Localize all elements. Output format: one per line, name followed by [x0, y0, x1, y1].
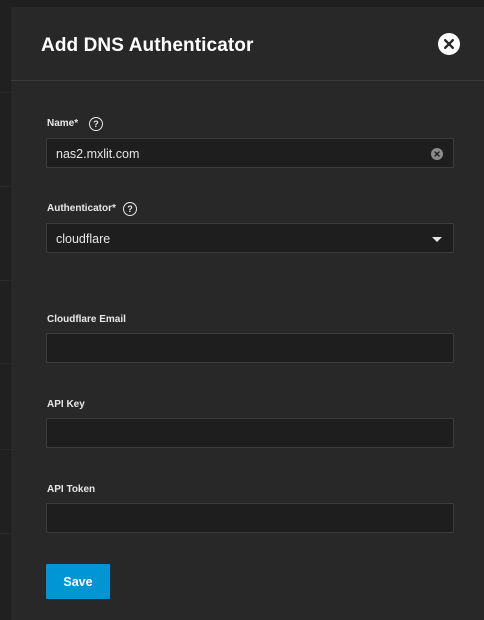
background-page-strip — [0, 0, 11, 620]
name-label-text: Name — [47, 118, 75, 129]
background-divider — [0, 92, 11, 93]
required-mark: * — [112, 203, 116, 214]
cloudflare-email-label: Cloudflare Email — [47, 314, 126, 325]
authenticator-select[interactable]: cloudflare — [46, 223, 454, 253]
authenticator-selected-value: cloudflare — [56, 232, 111, 246]
help-icon[interactable]: ? — [89, 117, 103, 131]
help-icon[interactable]: ? — [123, 202, 137, 216]
save-button[interactable]: Save — [46, 564, 110, 599]
background-divider — [0, 363, 11, 364]
api-key-field[interactable] — [46, 418, 454, 448]
dialog-top-edge — [11, 0, 484, 7]
dialog-title: Add DNS Authenticator — [41, 35, 254, 56]
api-token-label: API Token — [47, 484, 96, 495]
header-divider — [11, 80, 484, 81]
close-icon — [443, 38, 455, 50]
authenticator-label: Authenticator* — [47, 203, 116, 214]
dialog-header: Add DNS Authenticator — [11, 7, 484, 79]
background-divider — [0, 186, 11, 187]
authenticator-label-text: Authenticator — [47, 203, 112, 214]
background-divider — [0, 533, 11, 534]
api-token-field[interactable] — [46, 503, 454, 533]
name-field-value: nas2.mxlit.com — [56, 147, 140, 161]
cloudflare-email-field[interactable] — [46, 333, 454, 363]
chevron-down-icon[interactable] — [432, 237, 442, 242]
name-label: Name* — [47, 118, 78, 129]
background-divider — [0, 280, 11, 281]
name-field[interactable]: nas2.mxlit.com — [46, 138, 454, 168]
close-button[interactable] — [438, 33, 460, 55]
required-mark: * — [74, 118, 79, 129]
background-divider — [0, 449, 11, 450]
api-key-label: API Key — [47, 399, 85, 410]
clear-icon[interactable] — [431, 148, 443, 160]
